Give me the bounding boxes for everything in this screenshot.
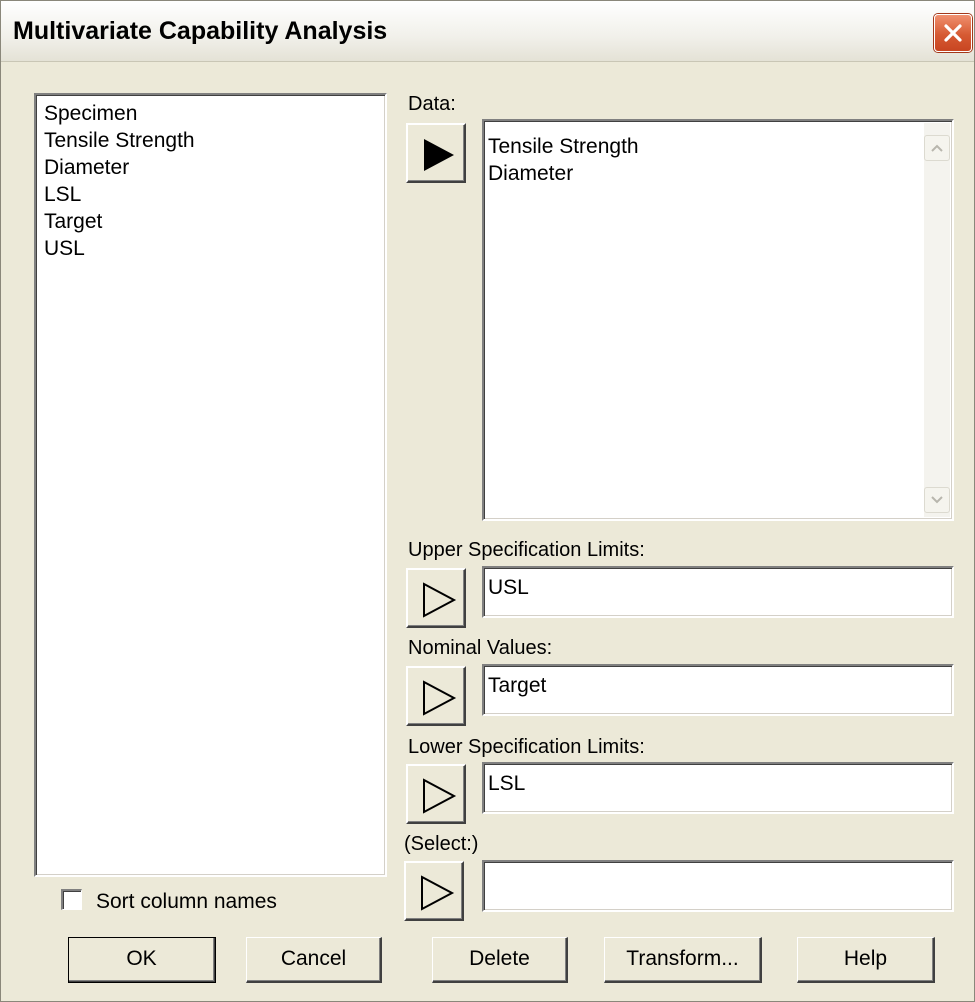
nominal-value: Target (488, 674, 547, 697)
variable-list-item[interactable]: Target (44, 208, 195, 235)
delete-button[interactable]: Delete (432, 937, 568, 983)
data-list[interactable]: Tensile Strength Diameter (482, 119, 954, 521)
variable-list-item[interactable]: LSL (44, 181, 195, 208)
data-list-scrollbar[interactable] (924, 123, 950, 517)
nominal-label: Nominal Values: (408, 637, 553, 659)
scroll-up-button[interactable] (924, 135, 950, 161)
arrow-right-outline-icon (423, 680, 457, 716)
variable-list[interactable]: Specimen Tensile Strength Diameter LSL Targe… (34, 93, 387, 877)
ok-button[interactable]: OK (68, 937, 216, 983)
variable-list-item[interactable]: Specimen (44, 100, 195, 127)
select-label: (Select:) (404, 833, 479, 855)
scroll-down-button[interactable] (924, 487, 950, 513)
upper-spec-arrow-button[interactable] (406, 568, 466, 628)
sort-column-names-label[interactable]: Sort column names (96, 890, 277, 914)
select-field[interactable] (482, 860, 954, 912)
transform-button[interactable]: Transform... (604, 937, 762, 983)
close-button[interactable] (934, 14, 972, 52)
cancel-button[interactable]: Cancel (246, 937, 382, 983)
arrow-right-filled-icon (424, 139, 454, 171)
dialog-window: Multivariate Capability Analysis Specime… (0, 0, 975, 1002)
upper-spec-field[interactable]: USL (482, 566, 954, 618)
sort-column-names-checkbox[interactable] (61, 889, 82, 910)
arrow-right-outline-icon (423, 582, 457, 618)
chevron-down-icon (931, 496, 943, 504)
upper-spec-label: Upper Specification Limits: (408, 539, 645, 561)
dialog-title: Multivariate Capability Analysis (13, 17, 388, 45)
lower-spec-value: LSL (488, 772, 526, 795)
arrow-right-outline-icon (423, 778, 457, 814)
close-icon (944, 24, 962, 42)
lower-spec-label: Lower Specification Limits: (408, 736, 645, 758)
lower-spec-arrow-button[interactable] (406, 764, 466, 824)
data-list-item[interactable]: Tensile Strength (488, 133, 639, 160)
arrow-right-outline-icon (421, 875, 455, 911)
select-arrow-button[interactable] (404, 861, 464, 921)
data-arrow-button[interactable] (406, 123, 466, 183)
nominal-arrow-button[interactable] (406, 666, 466, 726)
upper-spec-value: USL (488, 576, 529, 599)
title-bar[interactable]: Multivariate Capability Analysis (1, 1, 974, 62)
nominal-field[interactable]: Target (482, 664, 954, 716)
data-label: Data: (408, 93, 456, 115)
variable-list-item[interactable]: Diameter (44, 154, 195, 181)
chevron-up-icon (931, 144, 943, 152)
variable-list-item[interactable]: Tensile Strength (44, 127, 195, 154)
lower-spec-field[interactable]: LSL (482, 762, 954, 814)
help-button[interactable]: Help (797, 937, 935, 983)
variable-list-item[interactable]: USL (44, 235, 195, 262)
data-list-item[interactable]: Diameter (488, 160, 639, 187)
